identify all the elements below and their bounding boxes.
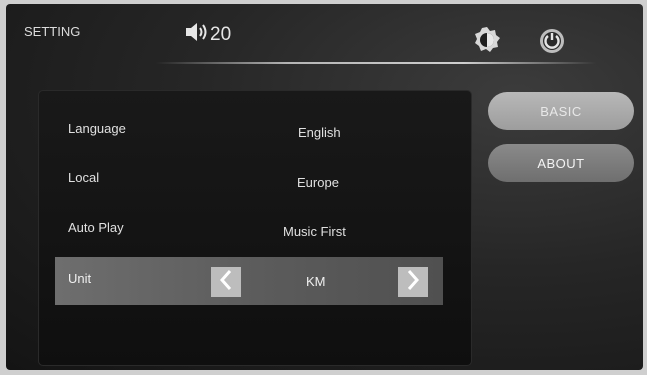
speaker-icon [184,22,210,48]
settings-screen: SETTING 20 Language English Local Europe… [6,4,643,370]
header-divider [156,62,596,64]
brightness-icon[interactable] [473,26,501,59]
local-label: Local [68,170,100,185]
chevron-left-icon [218,269,234,296]
chevron-right-icon [405,269,421,296]
auto-play-value[interactable]: Music First [283,224,346,239]
language-label: Language [68,121,126,136]
page-title: SETTING [24,24,81,39]
local-value[interactable]: Europe [297,175,339,190]
unit-value: KM [306,274,326,289]
power-icon[interactable] [539,28,565,59]
about-tab-button[interactable]: ABOUT [488,144,634,182]
basic-tab-label: BASIC [540,103,582,119]
unit-label: Unit [68,271,92,286]
unit-next-button[interactable] [398,267,428,297]
auto-play-label: Auto Play [68,220,124,235]
volume-control[interactable]: 20 [184,22,231,48]
basic-tab-button[interactable]: BASIC [488,92,634,130]
setting-row-unit[interactable]: Unit KM [55,257,443,305]
volume-level: 20 [210,24,232,45]
about-tab-label: ABOUT [537,155,585,171]
top-bar: SETTING 20 [6,4,643,64]
unit-prev-button[interactable] [211,267,241,297]
language-value[interactable]: English [298,125,341,140]
